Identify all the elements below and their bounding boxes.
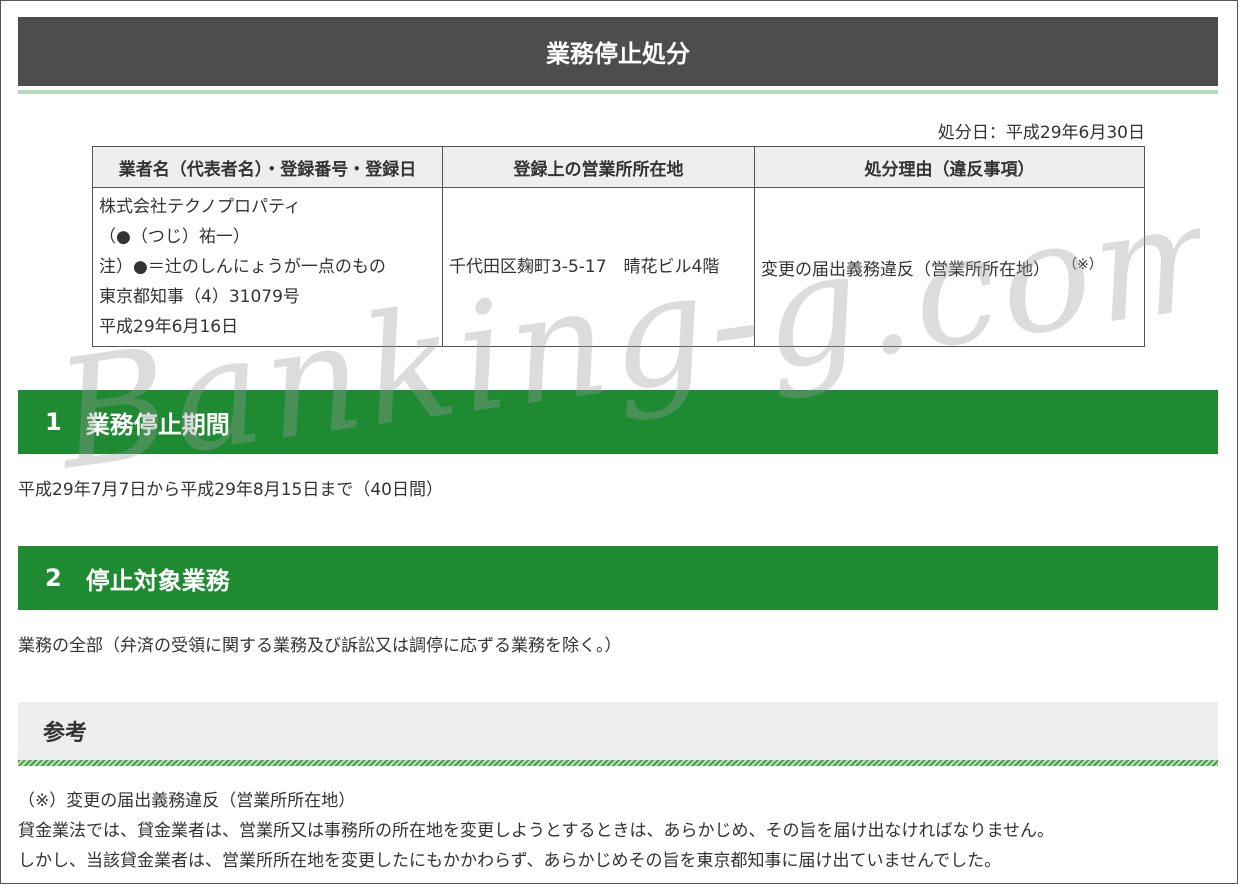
- representative-note: 注）●＝辻のしんにょうが一点のもの: [99, 257, 386, 277]
- table-row: 株式会社テクノプロパティ （●（つじ）祐一） 注）●＝辻のしんにょうが一点のもの…: [92, 187, 1145, 347]
- reason-cell: 変更の届出義務違反（営業所所在地） （※）: [754, 187, 1145, 347]
- table-header-business: 業者名（代表者名）・登録番号・登録日: [92, 146, 443, 188]
- address-cell: 千代田区麹町3-5-17 晴花ビル4階: [442, 187, 755, 347]
- reference-text: （※）変更の届出義務違反（営業所所在地） 貸金業法では、貸金業者は、営業所又は事…: [18, 786, 1054, 876]
- section-title: 停止対象業務: [85, 566, 230, 595]
- disposition-date: 処分日：平成29年6月30日: [937, 123, 1145, 143]
- reference-line: しかし、当該貸金業者は、営業所所在地を変更したにもかかわらず、あらかじめその旨を…: [18, 851, 1002, 871]
- reference-line: （※）変更の届出義務違反（営業所所在地）: [18, 791, 356, 811]
- business-cell: 株式会社テクノプロパティ （●（つじ）祐一） 注）●＝辻のしんにょうが一点のもの…: [92, 187, 443, 347]
- disposition-table: 業者名（代表者名）・登録番号・登録日 登録上の営業所所在地 処分理由（違反事項）…: [92, 146, 1145, 347]
- violation-reason: 変更の届出義務違反（営業所所在地）: [761, 259, 1050, 280]
- section-title: 業務停止期間: [85, 410, 230, 439]
- reference-line: 貸金業法では、貸金業者は、営業所又は事務所の所在地を変更しようとするときは、あら…: [18, 821, 1054, 841]
- suspended-business-text: 業務の全部（弁済の受領に関する業務及び訴訟又は調停に応ずる業務を除く。）: [18, 636, 622, 656]
- table-header-reason: 処分理由（違反事項）: [754, 146, 1145, 188]
- reference-underline: [18, 760, 1218, 766]
- section-number: 1: [45, 408, 62, 436]
- section-heading-suspended-business: 2 停止対象業務: [18, 546, 1218, 610]
- reference-heading: 参考: [18, 702, 1218, 760]
- page-title: 業務停止処分: [18, 17, 1218, 86]
- registration-date: 平成29年6月16日: [99, 317, 239, 337]
- section-heading-suspension-period: 1 業務停止期間: [18, 390, 1218, 454]
- suspension-period-text: 平成29年7月7日から平成29年8月15日まで（40日間）: [18, 480, 443, 500]
- representative: （●（つじ）祐一）: [99, 227, 250, 247]
- table-header-row: 業者名（代表者名）・登録番号・登録日 登録上の営業所所在地 処分理由（違反事項）: [92, 146, 1145, 188]
- table-header-address: 登録上の営業所所在地: [442, 146, 755, 188]
- section-number: 2: [45, 564, 62, 592]
- title-underline: [18, 90, 1218, 94]
- business-name: 株式会社テクノプロパティ: [99, 197, 301, 217]
- registration-number: 東京都知事（4）31079号: [99, 287, 300, 307]
- office-address: 千代田区麹町3-5-17 晴花ビル4階: [449, 257, 720, 277]
- reason-note-mark: （※）: [1070, 256, 1103, 273]
